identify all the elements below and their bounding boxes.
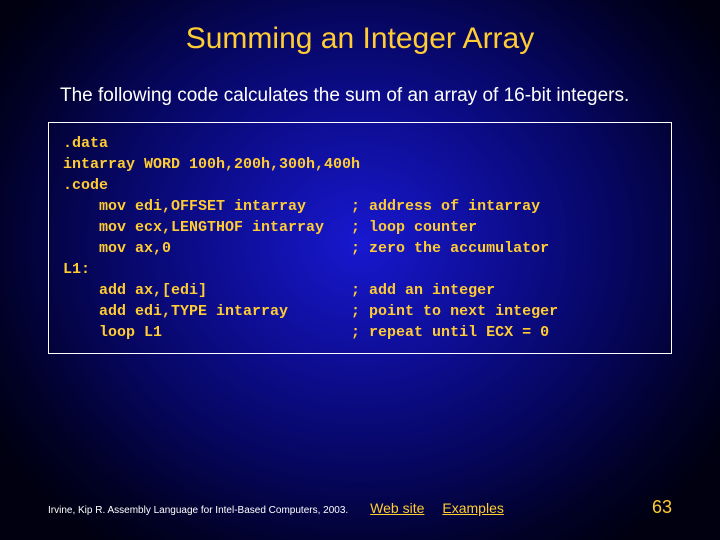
footer-links: Web site Examples: [370, 500, 504, 516]
slide-title: Summing an Integer Array: [0, 0, 720, 56]
web-site-link[interactable]: Web site: [370, 500, 424, 516]
credit-text: Irvine, Kip R. Assembly Language for Int…: [48, 505, 348, 516]
examples-link[interactable]: Examples: [442, 500, 503, 516]
code-block: .data intarray WORD 100h,200h,300h,400h …: [48, 122, 672, 354]
page-number: 63: [652, 497, 672, 518]
intro-text: The following code calculates the sum of…: [60, 84, 660, 108]
slide: Summing an Integer Array The following c…: [0, 0, 720, 540]
footer: Irvine, Kip R. Assembly Language for Int…: [48, 497, 672, 518]
